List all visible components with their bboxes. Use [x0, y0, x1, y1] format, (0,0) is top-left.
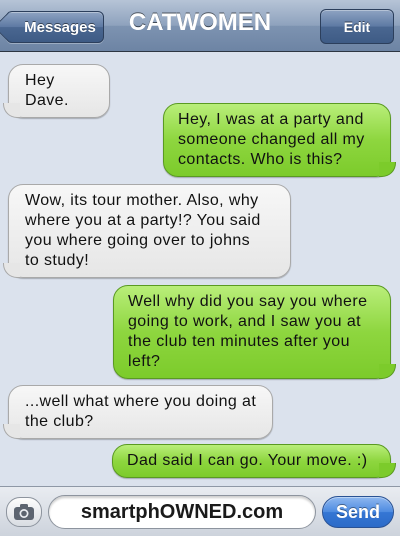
sent-message: Dad said I can go. Your move. :)	[112, 444, 396, 478]
back-button[interactable]: Messages	[0, 11, 104, 43]
camera-icon	[14, 504, 34, 520]
message-text: Dad said I can go. Your move. :)	[127, 452, 368, 469]
edit-button[interactable]: Edit	[320, 9, 394, 44]
back-arrow-icon	[0, 11, 25, 43]
navigation-bar: Messages CATWOMEN Edit	[0, 0, 400, 52]
message-text: Well why did you say you where going to …	[128, 293, 368, 370]
message-text: Hey, I was at a party and someone change…	[178, 111, 365, 168]
message-text: ...well what where you doing at the club…	[25, 393, 257, 430]
message-input-bar: smartphOWNED.com Send	[0, 486, 400, 536]
message-text: Wow, its tour mother. Also, why where yo…	[25, 192, 261, 269]
sent-message: Well why did you say you where going to …	[113, 285, 396, 379]
received-message: Wow, its tour mother. Also, why where yo…	[3, 184, 291, 278]
received-message: Hey Dave.	[3, 64, 110, 118]
conversation-title: CATWOMEN	[128, 9, 272, 36]
send-button[interactable]: Send	[322, 496, 394, 528]
back-button-label: Messages	[24, 18, 96, 36]
sent-message: Hey, I was at a party and someone change…	[163, 103, 396, 177]
message-text-field[interactable]: smartphOWNED.com	[48, 495, 316, 529]
message-text: Hey Dave.	[25, 72, 69, 109]
received-message: ...well what where you doing at the club…	[3, 385, 273, 439]
camera-button[interactable]	[6, 497, 42, 527]
